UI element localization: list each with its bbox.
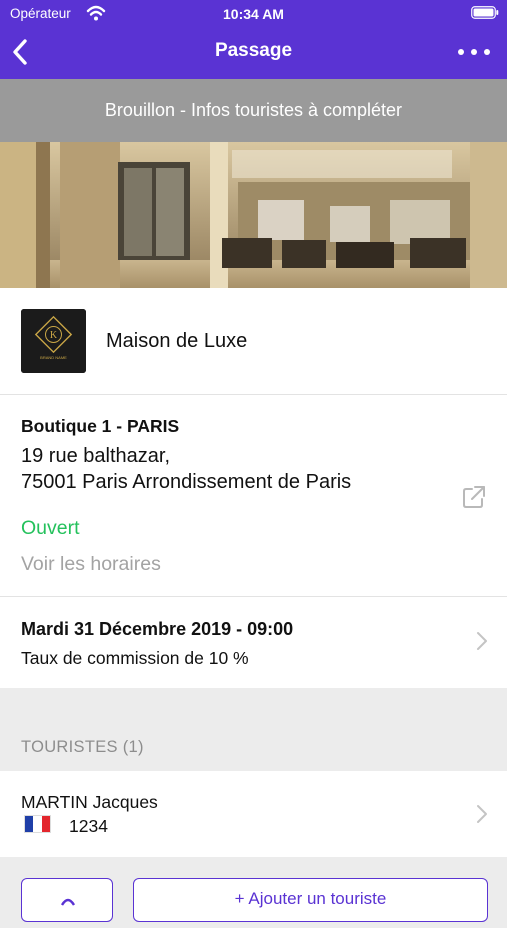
tourist-passport-number: 1234: [69, 816, 108, 836]
draft-status-banner: Brouillon - Infos touristes à compléter: [0, 79, 507, 142]
visit-date: Mardi 31 Décembre 2019 - 09:00: [21, 619, 294, 639]
brand-card: K BRAND NAME Maison de Luxe: [0, 288, 507, 395]
brand-logo: K BRAND NAME: [21, 309, 86, 373]
view-hours-link[interactable]: Voir les horaires: [21, 553, 161, 576]
status-bar: Opérateur 10:34 AM: [0, 0, 507, 28]
scan-icon: [60, 898, 76, 906]
store-card: Boutique 1 - PARIS 19 rue balthazar, 750…: [0, 395, 507, 597]
draft-status-text: Brouillon - Infos touristes à compléter: [104, 100, 403, 120]
visit-date-row[interactable]: Mardi 31 Décembre 2019 - 09:00 Taux de c…: [0, 597, 507, 688]
store-photo: [0, 142, 507, 288]
app-header: Opérateur 10:34 AM Passage: [0, 0, 507, 79]
tourists-section-title: TOURISTES (1): [21, 738, 144, 756]
scan-passport-button[interactable]: [21, 878, 113, 922]
logo-letter: K: [50, 330, 58, 341]
page-title: Passage: [214, 40, 293, 61]
brand-name: Maison de Luxe: [106, 330, 248, 352]
tourist-name: MARTIN Jacques: [21, 792, 158, 812]
add-tourist-button[interactable]: + Ajouter un touriste: [133, 878, 488, 922]
logo-brand-text: BRAND NAME: [40, 355, 67, 360]
store-address-line2: 75001 Paris Arrondissement de Paris: [21, 471, 352, 493]
france-flag-icon: [24, 815, 51, 833]
chevron-right-icon: [477, 805, 487, 823]
battery-icon: [471, 6, 499, 19]
commission-rate: Taux de commission de 10 %: [21, 648, 249, 668]
chevron-right-icon: [477, 632, 487, 650]
tourist-row[interactable]: MARTIN Jacques 1234: [0, 771, 507, 857]
external-link-icon[interactable]: [461, 484, 487, 510]
store-address-line1: 19 rue balthazar,: [21, 445, 170, 467]
store-name: Boutique 1 - PARIS: [21, 416, 180, 436]
more-options-icon[interactable]: [457, 40, 491, 64]
status-time: 10:34 AM: [223, 6, 284, 22]
store-open-status: Ouvert: [21, 517, 80, 539]
